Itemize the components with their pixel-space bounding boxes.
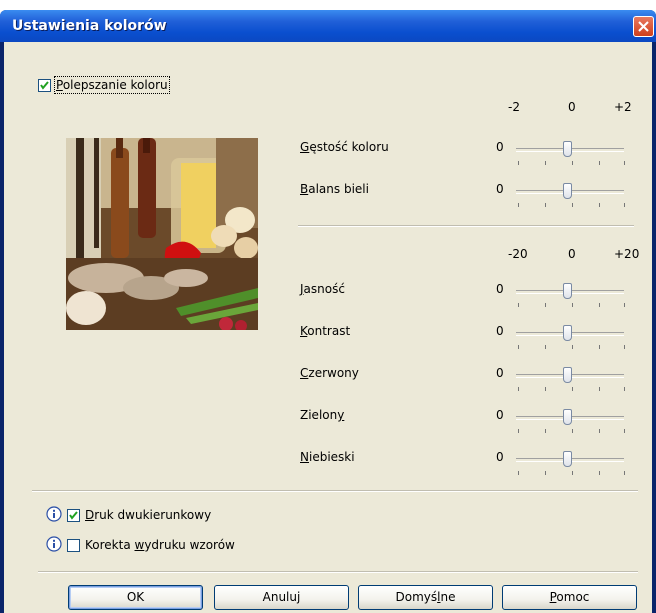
tick — [518, 429, 519, 433]
contrast-slider-thumb[interactable] — [563, 325, 572, 341]
title-bar[interactable]: Ustawienia kolorów — [0, 10, 656, 42]
dialog-window: Ustawienia kolorów Polepszanie koloru -2… — [0, 10, 656, 613]
slider-row-blue: Niebieski 0 — [294, 448, 634, 478]
tick — [545, 387, 546, 391]
checkmark-icon — [69, 511, 78, 520]
color-density-value: 0 — [496, 140, 504, 154]
tick — [624, 161, 625, 165]
tick — [624, 387, 625, 391]
tick — [518, 303, 519, 307]
scale-min-label: -20 — [508, 247, 528, 261]
tick — [624, 345, 625, 349]
tick — [572, 387, 573, 391]
contrast-label: Kontrast — [300, 324, 351, 338]
slider-row-color-density: Gęstość koloru 0 — [294, 138, 634, 168]
preview-image — [66, 138, 258, 330]
tick — [545, 161, 546, 165]
white-balance-label: Balans bieli — [300, 182, 369, 196]
red-value: 0 — [496, 366, 504, 380]
tick — [545, 471, 546, 475]
tick — [545, 345, 546, 349]
separator — [32, 490, 638, 492]
color-density-slider-thumb[interactable] — [563, 141, 572, 157]
tick — [572, 429, 573, 433]
tick — [518, 345, 519, 349]
blue-label: Niebieski — [300, 450, 355, 464]
blue-slider-thumb[interactable] — [563, 451, 572, 467]
red-label: Czerwony — [300, 366, 359, 380]
tick — [599, 471, 600, 475]
slider-row-green: Zielony 0 — [294, 406, 634, 436]
tick — [572, 303, 573, 307]
close-button[interactable] — [633, 16, 654, 37]
tick — [599, 429, 600, 433]
blue-value: 0 — [496, 450, 504, 464]
separator — [298, 225, 634, 227]
pattern-correction-checkbox[interactable] — [67, 539, 80, 552]
tick — [599, 161, 600, 165]
color-density-label: Gęstość koloru — [300, 140, 389, 154]
red-slider-thumb[interactable] — [563, 367, 572, 383]
green-slider-thumb[interactable] — [563, 409, 572, 425]
slider-row-contrast: Kontrast 0 — [294, 322, 634, 352]
tick — [545, 303, 546, 307]
slider-row-red: Czerwony 0 — [294, 364, 634, 394]
tick — [599, 203, 600, 207]
green-label: Zielony — [300, 408, 345, 422]
tick — [624, 471, 625, 475]
scale-mid-label: 0 — [568, 100, 576, 114]
tick — [518, 471, 519, 475]
pattern-correction-label[interactable]: Korekta wydruku wzorów — [85, 538, 235, 552]
brightness-slider-thumb[interactable] — [563, 283, 572, 299]
tick — [599, 303, 600, 307]
tick — [518, 387, 519, 391]
brightness-value: 0 — [496, 282, 504, 296]
tick — [624, 203, 625, 207]
slider-row-brightness: Jasność 0 — [294, 280, 634, 310]
enhance-color-label[interactable]: Polepszanie koloru — [54, 76, 170, 94]
defaults-button[interactable]: Domyślne — [358, 585, 493, 610]
bidirectional-print-label[interactable]: Druk dwukierunkowy — [85, 508, 211, 522]
tick — [572, 471, 573, 475]
ok-button[interactable]: OK — [68, 585, 203, 610]
tick — [624, 303, 625, 307]
close-icon — [638, 21, 649, 32]
cancel-button[interactable]: Anuluj — [214, 585, 349, 610]
enhance-color-checkbox[interactable] — [38, 79, 51, 92]
help-button[interactable]: Pomoc — [502, 585, 637, 610]
white-balance-value: 0 — [496, 182, 504, 196]
tick — [518, 203, 519, 207]
scale-min-label: -2 — [508, 100, 520, 114]
green-value: 0 — [496, 408, 504, 422]
info-icon[interactable] — [46, 536, 62, 552]
scale-mid-label: 0 — [568, 247, 576, 261]
white-balance-slider-thumb[interactable] — [563, 183, 572, 199]
tick — [624, 429, 625, 433]
contrast-value: 0 — [496, 324, 504, 338]
tick — [572, 345, 573, 349]
scale-max-label: +20 — [614, 247, 640, 261]
tick — [518, 161, 519, 165]
dialog-client-area: Polepszanie koloru -2 0 +2 Gęstość kolor… — [4, 42, 652, 613]
slider-row-white-balance: Balans bieli 0 — [294, 180, 634, 210]
tick — [572, 203, 573, 207]
tick — [545, 429, 546, 433]
window-title: Ustawienia kolorów — [12, 18, 167, 34]
tick — [599, 345, 600, 349]
bidirectional-print-checkbox[interactable] — [67, 509, 80, 522]
checkmark-icon — [40, 81, 49, 90]
brightness-label: Jasność — [300, 282, 345, 296]
scale-max-label: +2 — [614, 100, 632, 114]
info-icon[interactable] — [46, 506, 62, 522]
tick — [572, 161, 573, 165]
tick — [599, 387, 600, 391]
tick — [545, 203, 546, 207]
separator — [38, 571, 638, 573]
